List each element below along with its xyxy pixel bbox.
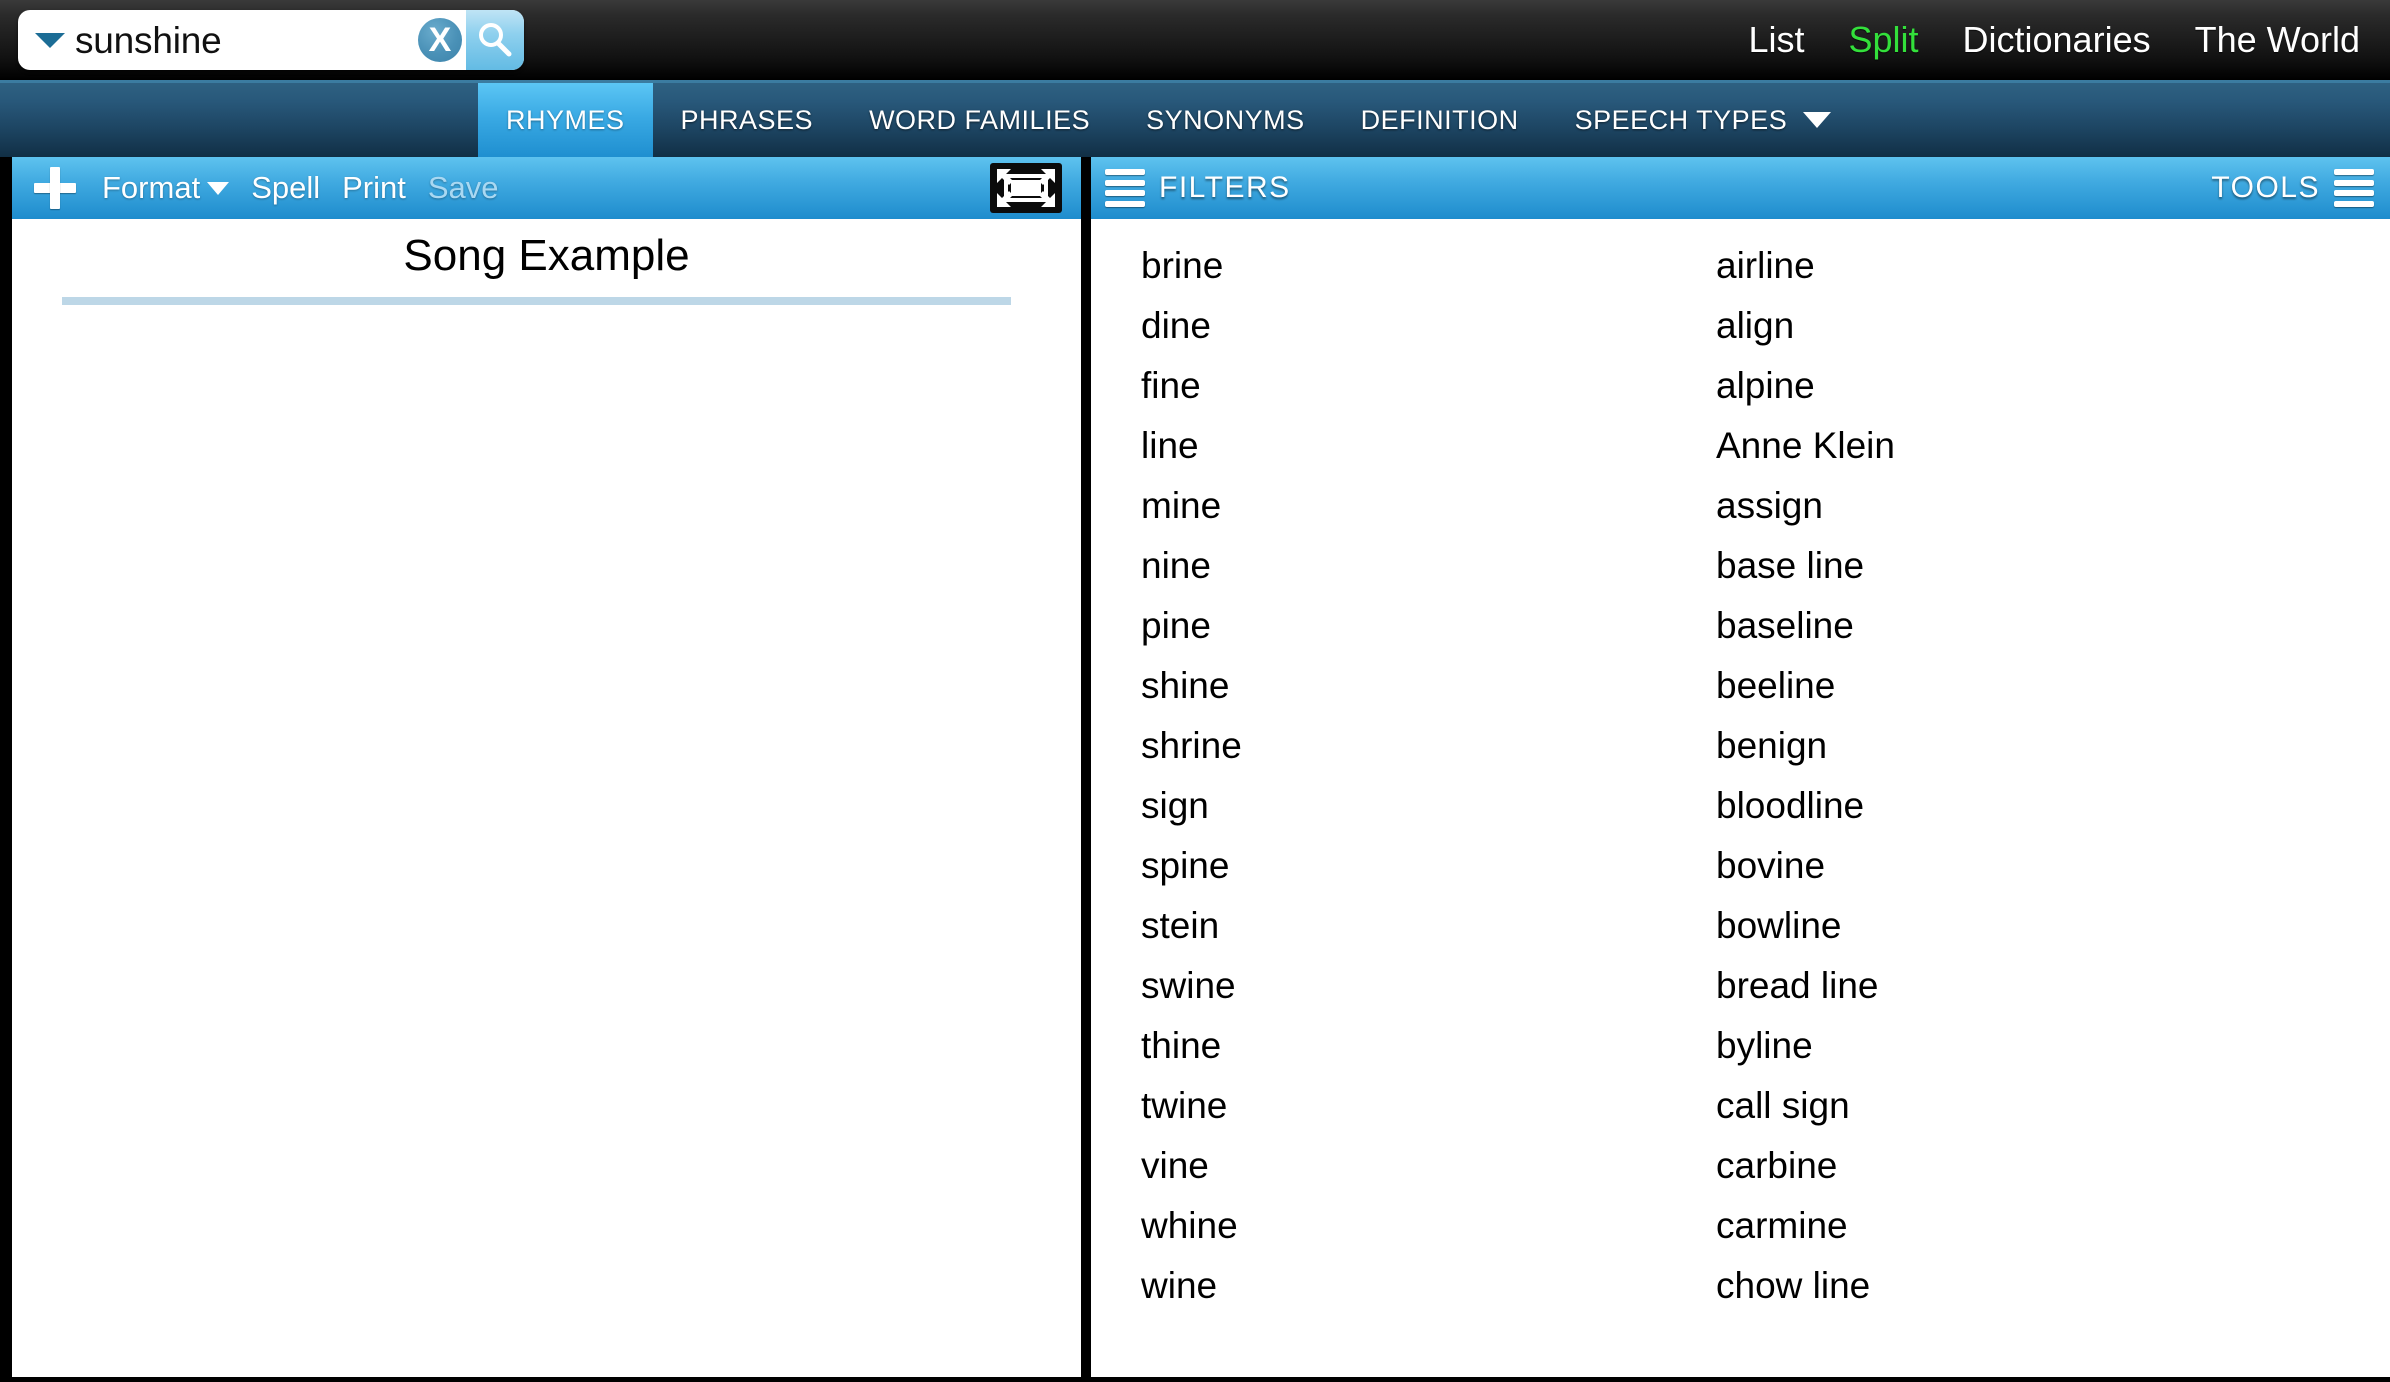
list-item[interactable]: nine xyxy=(1141,535,1701,595)
list-item[interactable]: bread line xyxy=(1716,955,2390,1015)
list-item[interactable]: assign xyxy=(1716,475,2390,535)
rhyme-column-one: brine dine fine line mine nine pine shin… xyxy=(1091,235,1701,1377)
list-item[interactable]: alpine xyxy=(1716,355,2390,415)
tab-definition-label: DEFINITION xyxy=(1360,104,1519,135)
list-item[interactable]: stein xyxy=(1141,895,1701,955)
results-panel: FILTERS TOOLS brine dine fine line mine … xyxy=(1086,157,2390,1382)
list-item[interactable]: beeline xyxy=(1716,655,2390,715)
list-item[interactable]: sign xyxy=(1141,775,1701,835)
filters-button[interactable]: FILTERS xyxy=(1105,169,1291,207)
search-input[interactable]: sunshine xyxy=(75,22,418,59)
list-item[interactable]: fine xyxy=(1141,355,1701,415)
list-item[interactable]: carbine xyxy=(1716,1135,2390,1195)
list-item[interactable]: vine xyxy=(1141,1135,1701,1195)
tab-rhymes-label: RHYMES xyxy=(506,104,625,135)
rhyme-column-two: airline align alpine Anne Klein assign b… xyxy=(1701,235,2390,1377)
search-history-caret-down-icon[interactable] xyxy=(35,32,65,48)
nav-item-split[interactable]: Split xyxy=(1848,19,1918,61)
search-clear-x-icon[interactable]: X xyxy=(418,18,462,62)
list-item[interactable]: Anne Klein xyxy=(1716,415,2390,475)
print-button[interactable]: Print xyxy=(342,170,406,206)
list-item[interactable]: shrine xyxy=(1141,715,1701,775)
list-item[interactable]: carmine xyxy=(1716,1195,2390,1255)
list-item[interactable]: pine xyxy=(1141,595,1701,655)
list-item[interactable]: line xyxy=(1141,415,1701,475)
top-header-bar: sunshine X List Split Dictionaries The W… xyxy=(0,0,2390,80)
format-menu-button[interactable]: Format xyxy=(102,170,230,206)
list-item[interactable]: thine xyxy=(1141,1015,1701,1075)
tools-label: TOOLS xyxy=(2211,171,2320,204)
section-tab-bar: RHYMES PHRASES WORD FAMILIES SYNONYMS DE… xyxy=(0,80,2390,157)
list-item[interactable]: benign xyxy=(1716,715,2390,775)
hamburger-menu-icon xyxy=(1105,169,1145,207)
tab-speech-types-label: SPEECH TYPES xyxy=(1574,104,1788,135)
nav-item-dictionaries[interactable]: Dictionaries xyxy=(1963,19,2151,61)
hamburger-menu-icon xyxy=(2334,169,2374,207)
tools-button[interactable]: TOOLS xyxy=(2211,169,2374,207)
fullscreen-expand-icon[interactable] xyxy=(990,163,1062,213)
list-item[interactable]: bovine xyxy=(1716,835,2390,895)
primary-nav: List Split Dictionaries The World xyxy=(1748,0,2360,80)
list-item[interactable]: shine xyxy=(1141,655,1701,715)
list-item[interactable]: spine xyxy=(1141,835,1701,895)
chevron-down-icon xyxy=(207,181,230,195)
list-item[interactable]: bloodline xyxy=(1716,775,2390,835)
list-item[interactable]: twine xyxy=(1141,1075,1701,1135)
tab-definition[interactable]: DEFINITION xyxy=(1333,83,1547,157)
document-title-divider xyxy=(62,297,1011,305)
editor-panel: Format Spell Print Save Song Example xyxy=(0,157,1086,1382)
list-item[interactable]: dine xyxy=(1141,295,1701,355)
format-menu-label: Format xyxy=(102,170,201,205)
list-item[interactable]: base line xyxy=(1716,535,2390,595)
tab-speech-types[interactable]: SPEECH TYPES xyxy=(1547,83,1860,157)
search-magnifier-icon[interactable] xyxy=(466,10,524,70)
list-item[interactable]: bowline xyxy=(1716,895,2390,955)
list-item[interactable]: chow line xyxy=(1716,1255,2390,1315)
document-editor-area[interactable] xyxy=(12,305,1081,1377)
nav-item-the-world[interactable]: The World xyxy=(2195,19,2360,61)
list-item[interactable]: whine xyxy=(1141,1195,1701,1255)
tab-synonyms[interactable]: SYNONYMS xyxy=(1118,83,1333,157)
tab-word-families[interactable]: WORD FAMILIES xyxy=(841,83,1118,157)
rhyme-results-list: brine dine fine line mine nine pine shin… xyxy=(1091,219,2390,1377)
add-new-icon[interactable] xyxy=(34,167,76,209)
list-item[interactable]: byline xyxy=(1716,1015,2390,1075)
tab-phrases[interactable]: PHRASES xyxy=(653,83,842,157)
save-button[interactable]: Save xyxy=(428,170,499,206)
spell-button[interactable]: Spell xyxy=(251,170,320,206)
chevron-down-icon[interactable] xyxy=(1803,112,1832,128)
search-box[interactable]: sunshine X xyxy=(18,10,524,70)
filters-label: FILTERS xyxy=(1159,171,1291,204)
list-item[interactable]: mine xyxy=(1141,475,1701,535)
tab-word-families-label: WORD FAMILIES xyxy=(869,104,1091,135)
editor-toolbar: Format Spell Print Save xyxy=(12,157,1081,219)
nav-item-list[interactable]: List xyxy=(1748,19,1804,61)
tab-rhymes[interactable]: RHYMES xyxy=(478,83,653,157)
list-item[interactable]: airline xyxy=(1716,235,2390,295)
split-panels: Format Spell Print Save Song Example FIL… xyxy=(0,157,2390,1382)
document-title[interactable]: Song Example xyxy=(12,219,1081,297)
list-item[interactable]: swine xyxy=(1141,955,1701,1015)
tab-phrases-label: PHRASES xyxy=(680,104,814,135)
list-item[interactable]: wine xyxy=(1141,1255,1701,1315)
list-item[interactable]: brine xyxy=(1141,235,1701,295)
list-item[interactable]: baseline xyxy=(1716,595,2390,655)
results-toolbar: FILTERS TOOLS xyxy=(1091,157,2390,219)
tab-synonyms-label: SYNONYMS xyxy=(1146,104,1305,135)
list-item[interactable]: call sign xyxy=(1716,1075,2390,1135)
list-item[interactable]: align xyxy=(1716,295,2390,355)
